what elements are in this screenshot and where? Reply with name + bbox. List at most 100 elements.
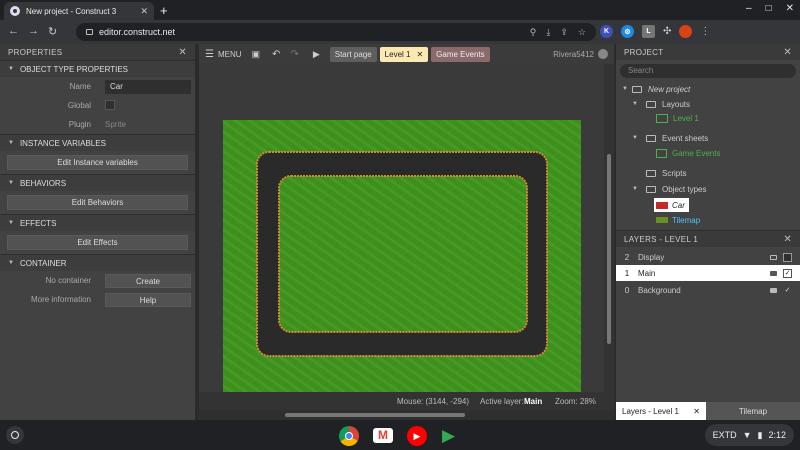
close-tab-icon[interactable]: ✕ (693, 407, 700, 416)
save-icon[interactable]: ▣ (252, 49, 261, 60)
browser-tab[interactable]: New project - Construct 3 ✕ (4, 2, 154, 20)
vertical-scrollbar[interactable] (604, 64, 614, 392)
location-icon[interactable]: ⚲ (530, 27, 537, 38)
edit-behaviors-button[interactable]: Edit Behaviors (7, 195, 188, 210)
expand-arrow-icon[interactable]: ▼ (632, 186, 638, 192)
close-window-icon[interactable]: ✕ (786, 3, 794, 14)
tree-scripts[interactable]: Scripts (646, 166, 686, 180)
chrome-app-icon[interactable] (339, 426, 359, 446)
horizontal-scrollbar[interactable] (199, 410, 614, 420)
youtube-app-icon[interactable]: ▶ (407, 426, 427, 446)
install-icon[interactable]: ⤓ (546, 27, 550, 38)
construct-editor: PROPERTIES ✕ ▼ OBJECT TYPE PROPERTIES Na… (0, 44, 800, 420)
edit-instance-variables-button[interactable]: Edit Instance variables (7, 155, 188, 170)
kebab-menu-icon[interactable]: ⋮ (700, 26, 710, 37)
layer-visibility-checkbox[interactable]: ✓ (783, 286, 792, 295)
menu-button[interactable]: MENU (218, 50, 242, 59)
tab-close-icon[interactable]: ✕ (140, 6, 148, 17)
name-value: Car (110, 82, 123, 91)
tree-root[interactable]: New project (632, 82, 690, 96)
edit-effects-button[interactable]: Edit Effects (7, 235, 188, 250)
layout-canvas[interactable] (199, 64, 604, 392)
editor-toolbar: ☰ MENU ▣ ↶ ↷ ▶ Start page Level 1 ✕ Game… (199, 44, 614, 64)
profile-avatar[interactable] (679, 25, 693, 38)
hamburger-menu-icon[interactable]: ☰ (205, 49, 214, 60)
address-bar[interactable]: editor.construct.net ⚲ ⤓ ⇪ ☆ (76, 23, 596, 41)
close-properties-icon[interactable]: ✕ (178, 47, 187, 58)
expand-arrow-icon[interactable]: ▼ (632, 101, 638, 107)
layer-row-main[interactable]: 1 Main ✓ (616, 265, 800, 281)
tree-layout-level-1[interactable]: Level 1 (656, 111, 699, 125)
maximize-icon[interactable]: □ (766, 3, 772, 14)
minimize-icon[interactable]: – (746, 3, 752, 14)
expand-arrow-icon[interactable]: ▼ (622, 86, 628, 92)
tab-layers-level-1[interactable]: Layers - Level 1 ✕ (616, 402, 706, 420)
section-object-type-properties[interactable]: ▼ OBJECT TYPE PROPERTIES (0, 60, 195, 77)
collapse-triangle-icon: ▼ (8, 220, 14, 226)
horizontal-scroll-thumb[interactable] (285, 413, 465, 417)
section-instance-variables[interactable]: ▼ INSTANCE VARIABLES (0, 134, 195, 151)
tree-object-car[interactable]: Car (654, 198, 689, 212)
help-button[interactable]: Help (105, 293, 191, 307)
play-store-app-icon[interactable]: ▶ (442, 426, 462, 446)
share-icon[interactable]: ⇪ (560, 27, 568, 38)
create-container-button[interactable]: Create (105, 274, 191, 288)
close-tab-icon[interactable]: ✕ (416, 50, 423, 59)
layer-visibility-checkbox[interactable]: ✓ (783, 268, 792, 278)
project-search-input[interactable]: Search (620, 64, 796, 78)
user-avatar[interactable] (598, 49, 608, 59)
l-extension-icon[interactable]: L (642, 25, 655, 38)
unlock-icon[interactable] (770, 254, 777, 260)
tree-object-types-label: Object types (662, 184, 707, 194)
layer-name: Display (638, 252, 665, 262)
tree-event-sheet-game-events[interactable]: Game Events (656, 146, 720, 160)
expand-arrow-icon[interactable]: ▼ (632, 135, 638, 141)
gmail-app-icon[interactable]: M (373, 428, 393, 443)
forward-icon[interactable]: → (28, 25, 39, 37)
section-effects[interactable]: ▼ EFFECTS (0, 214, 195, 231)
car-sprite-icon (656, 201, 668, 209)
bookmark-star-icon[interactable]: ☆ (578, 27, 586, 38)
name-field[interactable]: Car (105, 80, 191, 94)
lock-icon[interactable] (770, 270, 777, 276)
layer-row-display[interactable]: 2 Display (616, 249, 800, 265)
undo-icon[interactable]: ↶ (272, 49, 280, 60)
new-tab-button[interactable]: + (160, 3, 168, 18)
tree-object-tilemap[interactable]: Tilemap (656, 213, 700, 227)
blue-extension-icon[interactable]: ⚙ (621, 25, 634, 38)
os-shelf: M ▶ ▶ EXTD ▼ ▮ 2:12 (0, 420, 800, 450)
tab-level-1[interactable]: Level 1 ✕ (379, 46, 429, 62)
properties-title: PROPERTIES (8, 47, 63, 57)
lock-icon[interactable] (770, 287, 777, 293)
layer-row-background[interactable]: 0 Background ✓ (616, 282, 800, 298)
status-tray[interactable]: EXTD ▼ ▮ 2:12 (704, 424, 794, 446)
close-layers-icon[interactable]: ✕ (783, 234, 792, 245)
reload-icon[interactable]: ↻ (48, 25, 57, 38)
layout-view[interactable] (199, 64, 604, 392)
tab-tilemap[interactable]: Tilemap (706, 402, 800, 420)
redo-icon[interactable]: ↷ (290, 49, 298, 60)
section-container[interactable]: ▼ CONTAINER (0, 254, 195, 271)
launcher-button[interactable] (6, 426, 24, 444)
close-project-icon[interactable]: ✕ (783, 47, 792, 58)
active-layer-label: Active layer: (480, 397, 524, 406)
layer-name: Background (638, 285, 681, 295)
back-icon[interactable]: ← (8, 25, 19, 37)
tab-game-events[interactable]: Game Events (431, 46, 490, 62)
k-extension-icon[interactable]: K (600, 25, 613, 38)
tree-layouts[interactable]: Layouts (646, 97, 690, 111)
infield-grass (278, 175, 528, 333)
preview-play-icon[interactable]: ▶ (313, 49, 320, 60)
project-title: PROJECT (624, 47, 664, 57)
section-behaviors[interactable]: ▼ BEHAVIORS (0, 174, 195, 191)
vertical-scroll-thumb[interactable] (607, 154, 611, 344)
folder-icon (646, 169, 656, 177)
puzzle-extensions-icon[interactable]: ✣ (663, 26, 671, 37)
global-checkbox[interactable] (105, 100, 115, 110)
extensions-bar: K ⚙ L ✣ ⋮ (600, 25, 710, 38)
tab-start-page[interactable]: Start page (329, 46, 377, 62)
tree-event-sheets[interactable]: Event sheets (646, 131, 708, 145)
event-sheet-icon (656, 148, 667, 158)
layer-visibility-checkbox[interactable] (783, 252, 792, 262)
tree-object-types[interactable]: Object types (646, 182, 706, 196)
